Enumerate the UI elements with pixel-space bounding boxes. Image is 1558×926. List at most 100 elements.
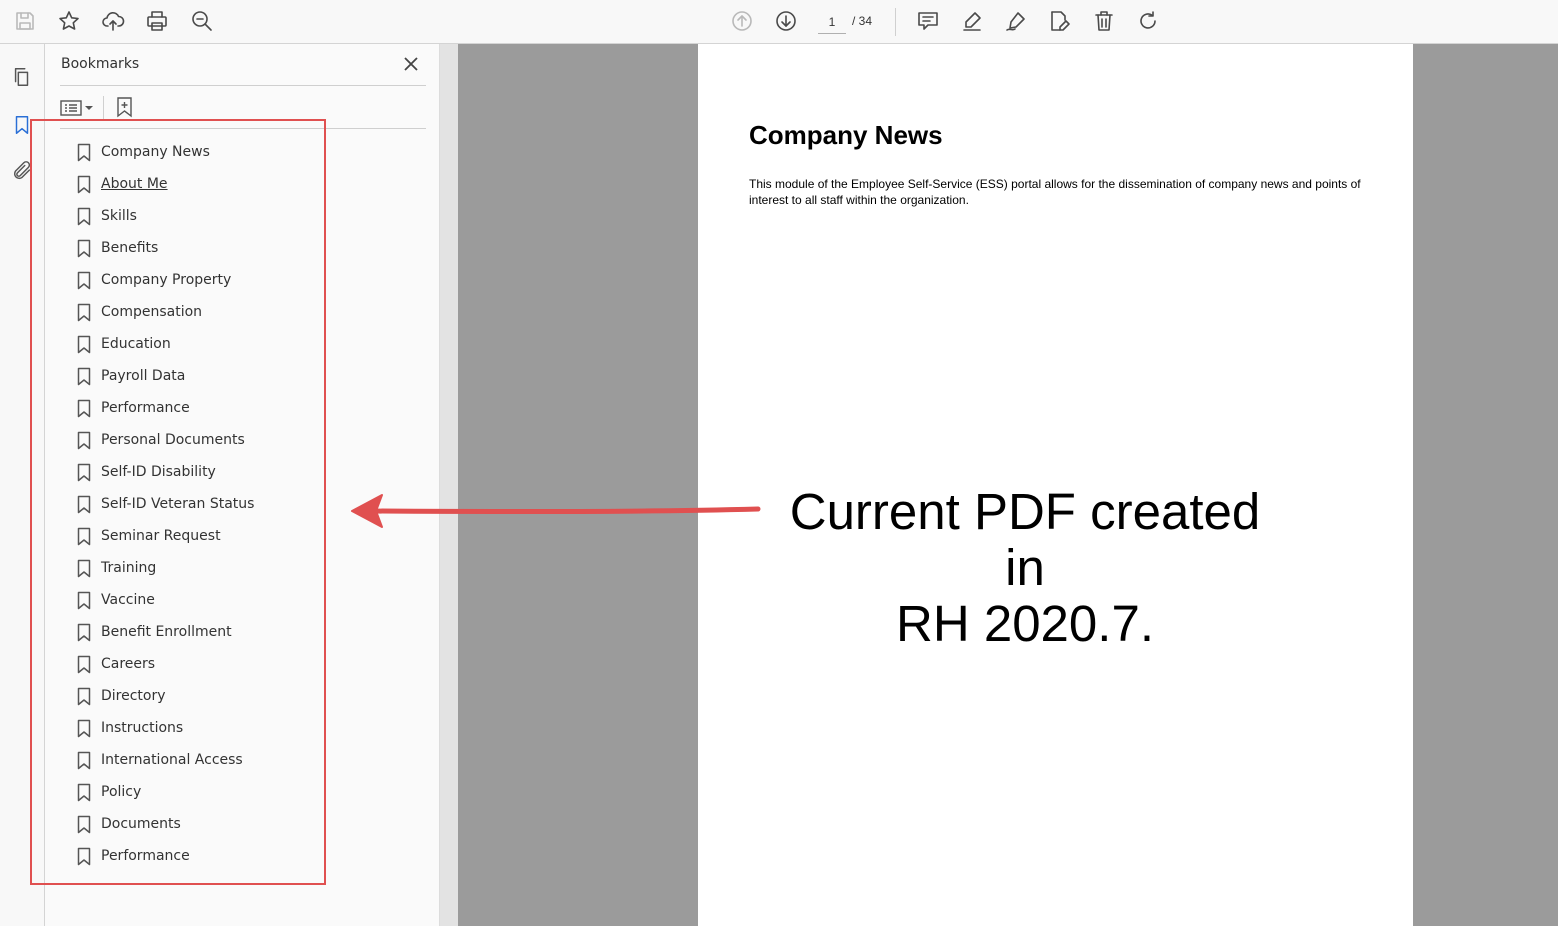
- bookmark-label: Performance: [101, 848, 190, 864]
- bookmark-icon: [77, 399, 91, 417]
- bookmark-item[interactable]: Careers: [77, 648, 417, 680]
- panel-divider: [60, 128, 426, 129]
- bookmark-label: Training: [101, 560, 157, 576]
- bookmark-item[interactable]: International Access: [77, 744, 417, 776]
- bookmark-icon: [77, 655, 91, 673]
- bookmark-label: Performance: [101, 400, 190, 416]
- bookmark-label: Vaccine: [101, 592, 155, 608]
- bookmark-item[interactable]: Documents: [77, 808, 417, 840]
- options-list-icon: [60, 100, 82, 116]
- zoom-search-icon[interactable]: [188, 7, 216, 35]
- bookmark-item[interactable]: Company Property: [77, 264, 417, 296]
- bookmark-item[interactable]: Self-ID Disability: [77, 456, 417, 488]
- bookmark-icon: [77, 719, 91, 737]
- cloud-upload-icon[interactable]: [99, 7, 127, 35]
- page-thumbnails-icon[interactable]: [9, 64, 35, 90]
- bookmark-item[interactable]: Company News: [77, 136, 417, 168]
- bookmark-item[interactable]: Benefit Enrollment: [77, 616, 417, 648]
- bookmark-icon: [77, 239, 91, 257]
- rotate-icon[interactable]: [1134, 7, 1162, 35]
- bookmark-label: Self-ID Veteran Status: [101, 496, 255, 512]
- bookmark-icon: [77, 559, 91, 577]
- panel-divider: [60, 85, 426, 86]
- print-icon[interactable]: [143, 7, 171, 35]
- new-bookmark-icon: [117, 97, 132, 118]
- bookmark-label: Instructions: [101, 720, 184, 736]
- bookmark-item[interactable]: Education: [77, 328, 417, 360]
- document-body-text: This module of the Employee Self-Service…: [749, 177, 1361, 207]
- bookmark-label: Skills: [101, 208, 137, 224]
- bookmark-icon: [77, 303, 91, 321]
- bookmark-label: Benefits: [101, 240, 159, 256]
- bookmark-icon: [77, 207, 91, 225]
- bookmark-list: Company News About Me Skills Benefits Compan…: [77, 136, 417, 872]
- bookmark-item[interactable]: Policy: [77, 776, 417, 808]
- fill-sign-icon[interactable]: [1002, 7, 1030, 35]
- bookmark-item[interactable]: Performance: [77, 840, 417, 872]
- attachments-paperclip-icon[interactable]: [9, 158, 35, 184]
- bookmark-label: Directory: [101, 688, 166, 704]
- bookmark-label: Policy: [101, 784, 142, 800]
- bookmark-item[interactable]: Compensation: [77, 296, 417, 328]
- bookmark-icon: [77, 527, 91, 545]
- bookmark-item[interactable]: Benefits: [77, 232, 417, 264]
- bookmark-item[interactable]: Skills: [77, 200, 417, 232]
- bookmark-icon: [77, 431, 91, 449]
- bookmark-label: Compensation: [101, 304, 203, 320]
- next-page-icon[interactable]: [772, 7, 800, 35]
- bookmark-item[interactable]: Performance: [77, 392, 417, 424]
- bookmark-icon: [77, 815, 91, 833]
- bookmark-label: International Access: [101, 752, 243, 768]
- annotation-caption-line1: Current PDF created in: [789, 483, 1261, 596]
- bookmark-icon: [77, 591, 91, 609]
- star-icon[interactable]: [55, 7, 83, 35]
- page-number-input[interactable]: 1: [818, 10, 846, 34]
- bookmark-label: Self-ID Disability: [101, 464, 216, 480]
- bookmark-item[interactable]: Payroll Data: [77, 360, 417, 392]
- navigation-rail: [0, 44, 45, 926]
- bookmark-label: Documents: [101, 816, 181, 832]
- bookmark-item[interactable]: About Me: [77, 168, 417, 200]
- toolbar-divider: [895, 8, 896, 36]
- previous-page-icon[interactable]: [728, 7, 756, 35]
- bookmark-icon: [77, 175, 91, 193]
- bookmark-label: Personal Documents: [101, 432, 245, 448]
- bookmark-label: Company News: [101, 144, 210, 160]
- edit-pdf-icon[interactable]: [1046, 7, 1074, 35]
- bookmark-icon: [77, 271, 91, 289]
- bookmark-icon: [77, 847, 91, 865]
- chevron-down-icon: [85, 106, 93, 110]
- bookmark-item[interactable]: Instructions: [77, 712, 417, 744]
- bookmark-item[interactable]: Self-ID Veteran Status: [77, 488, 417, 520]
- bookmark-label: Benefit Enrollment: [101, 624, 232, 640]
- save-icon[interactable]: [11, 7, 39, 35]
- bookmark-icon: [77, 367, 91, 385]
- bookmark-icon: [77, 495, 91, 513]
- bookmark-label: Seminar Request: [101, 528, 221, 544]
- bookmark-label: Careers: [101, 656, 156, 672]
- annotation-caption: Current PDF created in RH 2020.7.: [770, 484, 1280, 652]
- bookmark-item[interactable]: Training: [77, 552, 417, 584]
- highlight-pen-icon[interactable]: [958, 7, 986, 35]
- close-icon[interactable]: [401, 54, 421, 74]
- bookmarks-icon[interactable]: [9, 112, 35, 138]
- bookmark-icon: [77, 783, 91, 801]
- new-bookmark-button[interactable]: [112, 94, 138, 120]
- bookmark-item[interactable]: Vaccine: [77, 584, 417, 616]
- delete-trash-icon[interactable]: [1090, 7, 1118, 35]
- bookmark-icon: [77, 687, 91, 705]
- bookmark-icon: [77, 143, 91, 161]
- bookmark-icon: [77, 463, 91, 481]
- panel-splitter[interactable]: [440, 44, 458, 926]
- comment-icon[interactable]: [914, 7, 942, 35]
- bookmark-item[interactable]: Seminar Request: [77, 520, 417, 552]
- top-toolbar: 1 / 34: [0, 0, 1558, 44]
- bookmark-item[interactable]: Directory: [77, 680, 417, 712]
- bookmark-options-button[interactable]: [60, 96, 98, 120]
- bookmark-icon: [77, 335, 91, 353]
- annotation-caption-line2: RH 2020.7.: [896, 595, 1154, 652]
- bookmark-label: Education: [101, 336, 171, 352]
- bookmarks-panel: Bookmarks Company News About Me Skills Bene…: [45, 44, 440, 926]
- bookmark-item[interactable]: Personal Documents: [77, 424, 417, 456]
- bookmark-label: Payroll Data: [101, 368, 186, 384]
